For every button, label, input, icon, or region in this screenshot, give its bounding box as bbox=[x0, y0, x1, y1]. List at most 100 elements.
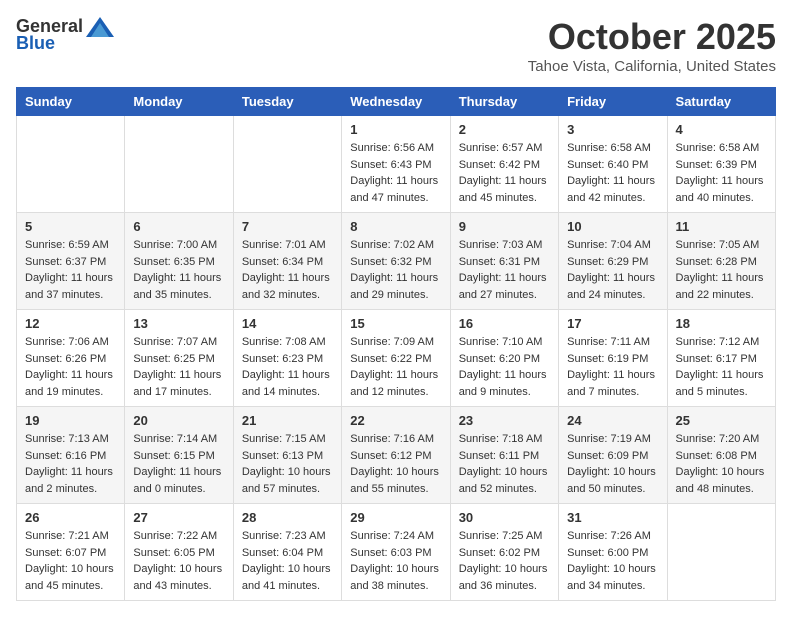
day-number: 16 bbox=[459, 316, 550, 331]
calendar-day-cell bbox=[125, 116, 233, 213]
page-header: General Blue October 2025 Tahoe Vista, C… bbox=[16, 16, 776, 75]
header-sunday: Sunday bbox=[17, 88, 125, 116]
day-number: 28 bbox=[242, 510, 333, 525]
day-number: 31 bbox=[567, 510, 658, 525]
day-number: 6 bbox=[133, 219, 224, 234]
calendar-day-cell: 4 Sunrise: 6:58 AM Sunset: 6:39 PM Daylig… bbox=[667, 116, 775, 213]
day-info: Sunrise: 6:58 AM Sunset: 6:40 PM Dayligh… bbox=[567, 140, 658, 206]
calendar-day-cell: 19Sunrise: 7:13 AM Sunset: 6:16 PM Dayli… bbox=[17, 407, 125, 504]
day-number: 26 bbox=[25, 510, 116, 525]
header-saturday: Saturday bbox=[667, 88, 775, 116]
day-number: 18 bbox=[676, 316, 767, 331]
day-number: 14 bbox=[242, 316, 333, 331]
day-info: Sunrise: 7:05 AM Sunset: 6:28 PM Dayligh… bbox=[676, 237, 767, 303]
day-info: Sunrise: 7:13 AM Sunset: 6:16 PM Dayligh… bbox=[25, 431, 116, 497]
day-info: Sunrise: 7:19 AM Sunset: 6:09 PM Dayligh… bbox=[567, 431, 658, 497]
day-number: 1 bbox=[350, 122, 441, 137]
day-info: Sunrise: 6:58 AM Sunset: 6:39 PM Dayligh… bbox=[676, 140, 767, 206]
day-info: Sunrise: 7:26 AM Sunset: 6:00 PM Dayligh… bbox=[567, 528, 658, 594]
calendar-day-cell: 30 Sunrise: 7:25 AM Sunset: 6:02 PM Dayli… bbox=[450, 504, 558, 601]
calendar-day-cell: 27 Sunrise: 7:22 AM Sunset: 6:05 PM Dayli… bbox=[125, 504, 233, 601]
day-number: 30 bbox=[459, 510, 550, 525]
day-info: Sunrise: 6:59 AM Sunset: 6:37 PM Dayligh… bbox=[25, 237, 116, 303]
calendar-day-cell: 23 Sunrise: 7:18 AM Sunset: 6:11 PM Dayli… bbox=[450, 407, 558, 504]
day-info: Sunrise: 7:10 AM Sunset: 6:20 PM Dayligh… bbox=[459, 334, 550, 400]
calendar-day-cell: 11 Sunrise: 7:05 AM Sunset: 6:28 PM Dayli… bbox=[667, 213, 775, 310]
calendar-day-cell bbox=[233, 116, 341, 213]
calendar-day-cell: 24 Sunrise: 7:19 AM Sunset: 6:09 PM Dayli… bbox=[559, 407, 667, 504]
calendar-day-cell: 21Sunrise: 7:15 AM Sunset: 6:13 PM Dayli… bbox=[233, 407, 341, 504]
calendar-day-cell: 20 Sunrise: 7:14 AM Sunset: 6:15 PM Dayli… bbox=[125, 407, 233, 504]
header-tuesday: Tuesday bbox=[233, 88, 341, 116]
calendar-day-cell: 6Sunrise: 7:00 AM Sunset: 6:35 PM Daylig… bbox=[125, 213, 233, 310]
day-number: 25 bbox=[676, 413, 767, 428]
day-number: 27 bbox=[133, 510, 224, 525]
day-info: Sunrise: 7:03 AM Sunset: 6:31 PM Dayligh… bbox=[459, 237, 550, 303]
calendar-day-cell bbox=[667, 504, 775, 601]
day-number: 29 bbox=[350, 510, 441, 525]
day-info: Sunrise: 7:07 AM Sunset: 6:25 PM Dayligh… bbox=[133, 334, 224, 400]
calendar-day-cell: 28 Sunrise: 7:23 AM Sunset: 6:04 PM Dayli… bbox=[233, 504, 341, 601]
calendar-day-cell: 10 Sunrise: 7:04 AM Sunset: 6:29 PM Dayli… bbox=[559, 213, 667, 310]
day-number: 21 bbox=[242, 413, 333, 428]
day-number: 5 bbox=[25, 219, 116, 234]
day-info: Sunrise: 7:21 AM Sunset: 6:07 PM Dayligh… bbox=[25, 528, 116, 594]
day-info: Sunrise: 7:01 AM Sunset: 6:34 PM Dayligh… bbox=[242, 237, 333, 303]
calendar-table: Sunday Monday Tuesday Wednesday Thursday… bbox=[16, 87, 776, 601]
calendar-week-row: 19Sunrise: 7:13 AM Sunset: 6:16 PM Dayli… bbox=[17, 407, 776, 504]
weekday-header-row: Sunday Monday Tuesday Wednesday Thursday… bbox=[17, 88, 776, 116]
calendar-day-cell: 1 Sunrise: 6:56 AM Sunset: 6:43 PM Daylig… bbox=[342, 116, 450, 213]
day-number: 24 bbox=[567, 413, 658, 428]
day-info: Sunrise: 7:06 AM Sunset: 6:26 PM Dayligh… bbox=[25, 334, 116, 400]
day-info: Sunrise: 7:18 AM Sunset: 6:11 PM Dayligh… bbox=[459, 431, 550, 497]
day-info: Sunrise: 7:23 AM Sunset: 6:04 PM Dayligh… bbox=[242, 528, 333, 594]
calendar-day-cell: 13Sunrise: 7:07 AM Sunset: 6:25 PM Dayli… bbox=[125, 310, 233, 407]
title-area: October 2025 Tahoe Vista, California, Un… bbox=[528, 16, 776, 75]
day-info: Sunrise: 7:20 AM Sunset: 6:08 PM Dayligh… bbox=[676, 431, 767, 497]
day-number: 20 bbox=[133, 413, 224, 428]
day-number: 23 bbox=[459, 413, 550, 428]
header-friday: Friday bbox=[559, 88, 667, 116]
calendar-day-cell: 17Sunrise: 7:11 AM Sunset: 6:19 PM Dayli… bbox=[559, 310, 667, 407]
calendar-day-cell: 31 Sunrise: 7:26 AM Sunset: 6:00 PM Dayli… bbox=[559, 504, 667, 601]
calendar-week-row: 12Sunrise: 7:06 AM Sunset: 6:26 PM Dayli… bbox=[17, 310, 776, 407]
header-wednesday: Wednesday bbox=[342, 88, 450, 116]
day-info: Sunrise: 7:04 AM Sunset: 6:29 PM Dayligh… bbox=[567, 237, 658, 303]
day-info: Sunrise: 7:25 AM Sunset: 6:02 PM Dayligh… bbox=[459, 528, 550, 594]
header-thursday: Thursday bbox=[450, 88, 558, 116]
day-number: 10 bbox=[567, 219, 658, 234]
day-info: Sunrise: 7:02 AM Sunset: 6:32 PM Dayligh… bbox=[350, 237, 441, 303]
day-info: Sunrise: 7:08 AM Sunset: 6:23 PM Dayligh… bbox=[242, 334, 333, 400]
calendar-day-cell: 2 Sunrise: 6:57 AM Sunset: 6:42 PM Daylig… bbox=[450, 116, 558, 213]
calendar-day-cell: 12Sunrise: 7:06 AM Sunset: 6:26 PM Dayli… bbox=[17, 310, 125, 407]
calendar-week-row: 26 Sunrise: 7:21 AM Sunset: 6:07 PM Dayli… bbox=[17, 504, 776, 601]
day-number: 4 bbox=[676, 122, 767, 137]
calendar-day-cell: 8 Sunrise: 7:02 AM Sunset: 6:32 PM Daylig… bbox=[342, 213, 450, 310]
location-title: Tahoe Vista, California, United States bbox=[528, 58, 776, 75]
day-info: Sunrise: 7:12 AM Sunset: 6:17 PM Dayligh… bbox=[676, 334, 767, 400]
day-info: Sunrise: 6:57 AM Sunset: 6:42 PM Dayligh… bbox=[459, 140, 550, 206]
day-number: 7 bbox=[242, 219, 333, 234]
day-number: 9 bbox=[459, 219, 550, 234]
calendar-day-cell: 14 Sunrise: 7:08 AM Sunset: 6:23 PM Dayli… bbox=[233, 310, 341, 407]
day-info: Sunrise: 7:09 AM Sunset: 6:22 PM Dayligh… bbox=[350, 334, 441, 400]
day-number: 3 bbox=[567, 122, 658, 137]
day-number: 15 bbox=[350, 316, 441, 331]
day-number: 2 bbox=[459, 122, 550, 137]
day-info: Sunrise: 7:22 AM Sunset: 6:05 PM Dayligh… bbox=[133, 528, 224, 594]
logo: General Blue bbox=[16, 16, 114, 54]
calendar-day-cell: 3 Sunrise: 6:58 AM Sunset: 6:40 PM Daylig… bbox=[559, 116, 667, 213]
calendar-day-cell: 25 Sunrise: 7:20 AM Sunset: 6:08 PM Dayli… bbox=[667, 407, 775, 504]
calendar-day-cell: 7 Sunrise: 7:01 AM Sunset: 6:34 PM Daylig… bbox=[233, 213, 341, 310]
day-info: Sunrise: 7:16 AM Sunset: 6:12 PM Dayligh… bbox=[350, 431, 441, 497]
calendar-day-cell: 15 Sunrise: 7:09 AM Sunset: 6:22 PM Dayli… bbox=[342, 310, 450, 407]
month-title: October 2025 bbox=[528, 16, 776, 58]
day-info: Sunrise: 7:14 AM Sunset: 6:15 PM Dayligh… bbox=[133, 431, 224, 497]
day-info: Sunrise: 6:56 AM Sunset: 6:43 PM Dayligh… bbox=[350, 140, 441, 206]
logo-icon bbox=[86, 17, 114, 37]
day-info: Sunrise: 7:24 AM Sunset: 6:03 PM Dayligh… bbox=[350, 528, 441, 594]
calendar-day-cell: 5 Sunrise: 6:59 AM Sunset: 6:37 PM Daylig… bbox=[17, 213, 125, 310]
day-number: 11 bbox=[676, 219, 767, 234]
day-number: 8 bbox=[350, 219, 441, 234]
day-number: 22 bbox=[350, 413, 441, 428]
